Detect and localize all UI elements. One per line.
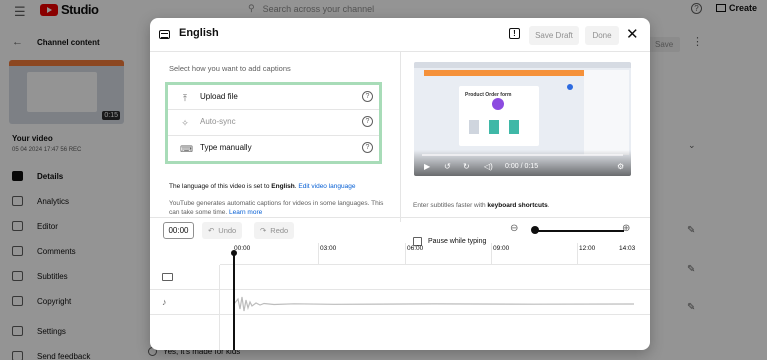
redo-label: Redo [270, 226, 289, 235]
save-draft-button[interactable]: Save Draft [529, 26, 579, 45]
captions-dialog: English ! Save Draft Done ✕ Select how y… [150, 18, 650, 350]
help-icon[interactable]: ? [362, 91, 373, 102]
option-upload-file[interactable]: ⤒ Upload file ? [168, 85, 379, 111]
select-method-label: Select how you want to add captions [169, 64, 291, 73]
timeline-tick: 09:00 [493, 245, 510, 252]
language-name: English [271, 183, 295, 190]
captions-icon [159, 30, 170, 39]
option-label: Type manually [200, 142, 252, 152]
timeline-ruler: 00:00 03:00 06:00 09:00 12:00 14:03 [220, 243, 650, 265]
language-note: The language of this video is set to Eng… [169, 183, 356, 190]
language-note-prefix: The language of this video is set to [169, 183, 272, 190]
video-preview-panel: Product Order form ▶ ↺ ↻ ◁) 0:00 / 0:15 … [400, 52, 650, 246]
option-type-manually[interactable]: ⌨ Type manually ? [168, 136, 379, 161]
settings-gear-icon[interactable]: ⚙ [617, 162, 624, 171]
current-time-input[interactable]: 00:00 [163, 222, 194, 239]
report-feedback-icon[interactable]: ! [509, 28, 520, 39]
player-card-item [509, 120, 519, 134]
player-card-item [469, 120, 479, 134]
option-label: Auto-sync [200, 117, 236, 127]
captions-track-icon [162, 273, 173, 281]
redo-button[interactable]: ↷ Redo [254, 222, 295, 239]
volume-icon[interactable]: ◁) [484, 162, 493, 171]
keyboard-icon: ⌨ [180, 143, 193, 154]
undo-button[interactable]: ↶ Undo [202, 222, 243, 239]
help-icon[interactable]: ? [362, 141, 373, 153]
zoom-slider-track[interactable] [532, 230, 624, 232]
help-icon[interactable]: ? [362, 116, 373, 128]
timeline-tick-line [491, 243, 492, 265]
timeline-area: 00:00 03:00 06:00 09:00 12:00 14:03 ♪ [150, 243, 650, 350]
timeline-tick-line [318, 243, 319, 265]
playhead[interactable] [231, 250, 236, 350]
video-player[interactable]: Product Order form ▶ ↺ ↻ ◁) 0:00 / 0:15 … [414, 62, 631, 176]
player-frame-dot [567, 84, 573, 90]
timeline-tick-line [577, 243, 578, 265]
keyboard-shortcuts-note: Enter subtitles faster with keyboard sho… [413, 202, 550, 209]
timeline-tick: 14:03 [619, 245, 636, 252]
zoom-slider-thumb[interactable] [531, 226, 539, 234]
edit-video-language-link[interactable]: Edit video language [298, 183, 355, 190]
player-time: 0:00 / 0:15 [505, 163, 539, 170]
option-label: Upload file [200, 92, 238, 101]
caption-track[interactable] [150, 265, 650, 290]
timeline-tick: 03:00 [320, 245, 337, 252]
player-frame-header [424, 70, 584, 76]
music-note-icon: ♪ [162, 297, 167, 307]
player-frame-card: Product Order form [459, 86, 539, 146]
close-icon[interactable]: ✕ [626, 26, 639, 44]
rewind-icon[interactable]: ↺ [444, 162, 451, 171]
player-card-item [489, 120, 499, 134]
zoom-in-icon[interactable]: ⊕ [622, 223, 630, 234]
timeline-tick: 12:00 [579, 245, 596, 252]
auto-captions-note: YouTube generates automatic captions for… [169, 199, 389, 217]
upload-icon: ⤒ [183, 93, 187, 103]
auto-captions-text: YouTube generates automatic captions for… [169, 200, 384, 216]
waveform-path [234, 296, 634, 312]
timeline-toolbar: 00:00 ↶ Undo ↷ Redo ⊖ ⊕ [150, 217, 650, 243]
forward-icon[interactable]: ↻ [463, 162, 470, 171]
zoom-out-icon[interactable]: ⊖ [510, 223, 518, 234]
option-auto-sync[interactable]: ✧ Auto-sync ? [168, 110, 379, 136]
dialog-header: English ! Save Draft Done ✕ [150, 18, 650, 52]
player-progress-bar[interactable] [422, 154, 623, 156]
caption-method-panel: Select how you want to add captions ⤒ Up… [150, 52, 400, 222]
undo-icon: ↶ [208, 226, 215, 235]
caption-options-list: ⤒ Upload file ? ✧ Auto-sync ? ⌨ Type man… [165, 82, 382, 164]
done-button[interactable]: Done [585, 26, 619, 45]
autosync-icon: ✧ [181, 118, 189, 129]
player-card-play-icon [492, 98, 504, 110]
dialog-title: English [179, 27, 219, 39]
learn-more-link[interactable]: Learn more [229, 209, 262, 216]
timeline-tick-line [405, 243, 406, 265]
player-frame-sidebar [584, 70, 629, 155]
player-card-title: Product Order form [465, 92, 512, 98]
keyboard-shortcuts-link[interactable]: keyboard shortcuts [487, 202, 547, 209]
audio-waveform [234, 296, 634, 312]
redo-icon: ↷ [260, 226, 267, 235]
undo-label: Undo [218, 226, 237, 235]
play-icon[interactable]: ▶ [424, 162, 430, 171]
timeline-tick: 06:00 [407, 245, 424, 252]
shortcuts-prefix: Enter subtitles faster with [413, 202, 488, 209]
player-frame-bar [414, 62, 631, 68]
